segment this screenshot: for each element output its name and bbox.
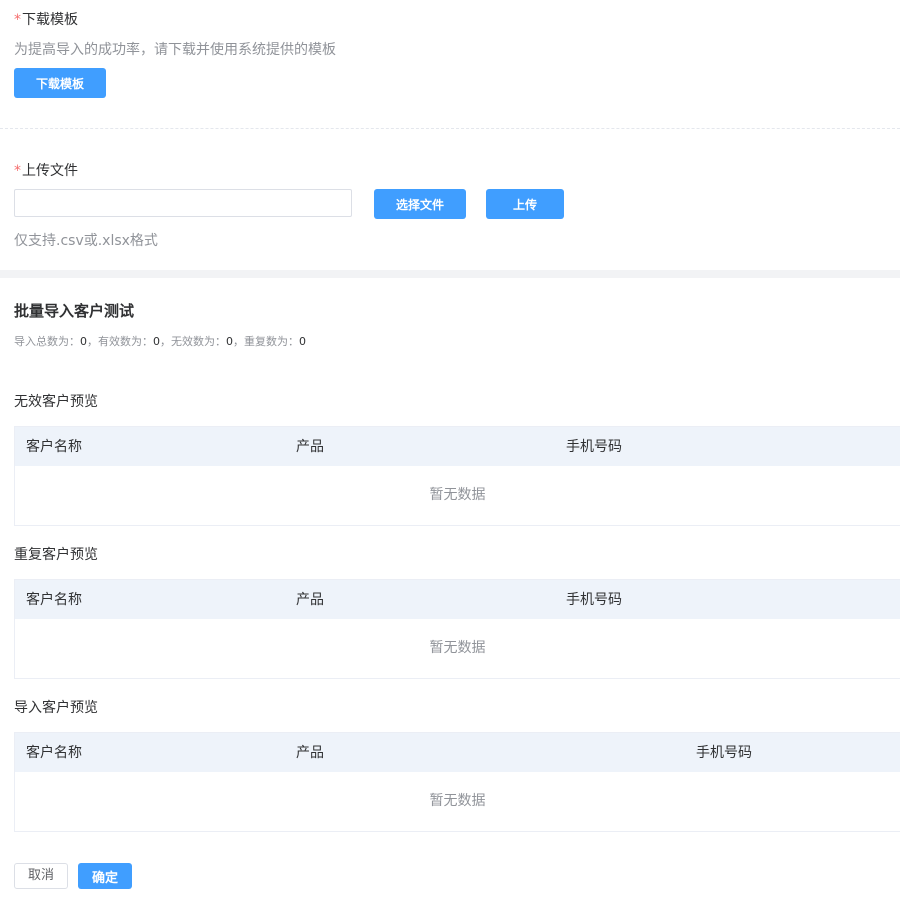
import-customers-page: *下载模板 为提高导入的成功率，请下载并使用系统提供的模板 下载模板 *上传文件… xyxy=(0,0,900,900)
import-stats: 导入总数为：0，有效数为：0，无效数为：0，重复数为：0 xyxy=(14,335,306,348)
duplicate-customers-title: 重复客户预览 xyxy=(14,547,98,563)
upload-file-label: *上传文件 xyxy=(14,163,78,179)
table-header: 客户名称 产品 手机号码 xyxy=(15,426,900,466)
table-body: 暂无数据 xyxy=(15,619,900,678)
table-header: 客户名称 产品 手机号码 xyxy=(15,732,900,772)
download-hint: 为提高导入的成功率，请下载并使用系统提供的模板 xyxy=(14,42,336,58)
section-divider xyxy=(0,128,900,129)
column-phone[interactable]: 手机号码 xyxy=(696,733,752,773)
duplicate-count: 0 xyxy=(299,335,306,348)
import-customers-title: 导入客户预览 xyxy=(14,700,98,716)
table-header: 客户名称 产品 手机号码 xyxy=(15,579,900,619)
confirm-button[interactable]: 确定 xyxy=(78,863,132,889)
empty-state: 暂无数据 xyxy=(429,793,486,809)
select-file-button[interactable]: 选择文件 xyxy=(374,189,466,219)
duplicate-customers-table: 客户名称 产品 手机号码 暂无数据 xyxy=(14,579,900,679)
invalid-count: 0 xyxy=(226,335,233,348)
file-path-input[interactable] xyxy=(14,189,352,217)
required-mark: * xyxy=(14,12,21,28)
valid-count: 0 xyxy=(153,335,160,348)
download-template-label: *下载模板 xyxy=(14,12,78,28)
invalid-customers-title: 无效客户预览 xyxy=(14,394,98,410)
total-count: 0 xyxy=(80,335,87,348)
invalid-customers-table: 客户名称 产品 手机号码 暂无数据 xyxy=(14,426,900,526)
required-mark: * xyxy=(14,163,21,179)
import-form: *下载模板 为提高导入的成功率，请下载并使用系统提供的模板 下载模板 *上传文件… xyxy=(0,0,900,270)
import-customers-table: 客户名称 产品 手机号码 暂无数据 xyxy=(14,732,900,832)
column-phone[interactable]: 手机号码 xyxy=(566,580,622,620)
result-title: 批量导入客户测试 xyxy=(14,302,135,320)
column-customer-name[interactable]: 客户名称 xyxy=(26,580,82,620)
cancel-button[interactable]: 取消 xyxy=(14,863,68,889)
column-product[interactable]: 产品 xyxy=(296,427,324,467)
empty-state: 暂无数据 xyxy=(429,640,486,656)
column-customer-name[interactable]: 客户名称 xyxy=(26,427,82,467)
empty-state: 暂无数据 xyxy=(429,487,486,503)
table-body: 暂无数据 xyxy=(15,466,900,525)
column-product[interactable]: 产品 xyxy=(296,580,324,620)
column-phone[interactable]: 手机号码 xyxy=(566,427,622,467)
column-customer-name[interactable]: 客户名称 xyxy=(26,733,82,773)
download-template-button[interactable]: 下载模板 xyxy=(14,68,106,98)
upload-button[interactable]: 上传 xyxy=(486,189,564,219)
table-body: 暂无数据 xyxy=(15,772,900,831)
file-format-hint: 仅支持.csv或.xlsx格式 xyxy=(14,233,158,249)
column-product[interactable]: 产品 xyxy=(296,733,324,773)
section-separator xyxy=(0,270,900,278)
